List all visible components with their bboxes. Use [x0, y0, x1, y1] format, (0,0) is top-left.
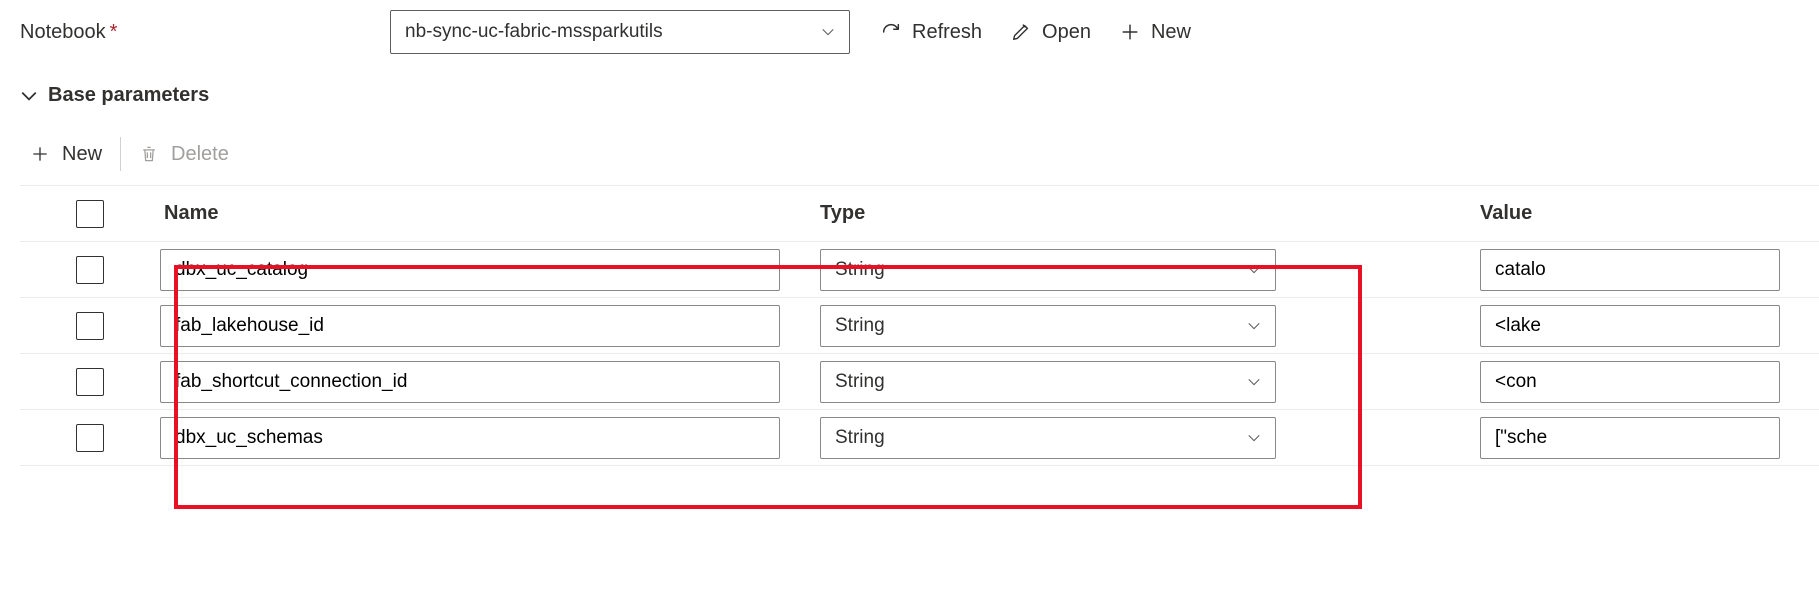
- select-all-checkbox[interactable]: [76, 200, 104, 228]
- trash-icon: [139, 144, 159, 164]
- open-button[interactable]: Open: [1010, 21, 1091, 44]
- row-checkbox[interactable]: [76, 256, 104, 284]
- table-row: String: [20, 242, 1819, 298]
- param-name-input[interactable]: [160, 249, 780, 291]
- chevron-down-icon: [1247, 263, 1261, 277]
- param-value-input[interactable]: [1480, 249, 1780, 291]
- row-checkbox[interactable]: [76, 424, 104, 452]
- section-title: Base parameters: [48, 84, 209, 107]
- refresh-button[interactable]: Refresh: [880, 21, 982, 44]
- required-star: *: [110, 21, 118, 43]
- parameters-grid: Name Type Value String: [20, 185, 1819, 466]
- notebook-label: Notebook*: [20, 21, 370, 44]
- chevron-down-icon: [1247, 375, 1261, 389]
- new-notebook-button[interactable]: New: [1119, 21, 1191, 44]
- param-value-input[interactable]: [1480, 417, 1780, 459]
- table-row: String: [20, 354, 1819, 410]
- refresh-icon: [880, 21, 902, 43]
- chevron-down-icon: [1247, 319, 1261, 333]
- param-value-input[interactable]: [1480, 361, 1780, 403]
- row-checkbox[interactable]: [76, 368, 104, 396]
- plus-icon: [30, 144, 50, 164]
- table-row: String: [20, 298, 1819, 354]
- param-type-select[interactable]: String: [820, 249, 1276, 291]
- chevron-down-icon: [1247, 431, 1261, 445]
- edit-icon: [1010, 21, 1032, 43]
- param-name-input[interactable]: [160, 417, 780, 459]
- toolbar-separator: [120, 137, 121, 171]
- column-header-type[interactable]: Type: [820, 190, 1310, 237]
- table-row: String: [20, 410, 1819, 466]
- param-type-select[interactable]: String: [820, 417, 1276, 459]
- new-param-button[interactable]: New: [30, 143, 102, 166]
- param-value-input[interactable]: [1480, 305, 1780, 347]
- notebook-selected-value: nb-sync-uc-fabric-mssparkutils: [405, 21, 663, 43]
- param-type-select[interactable]: String: [820, 305, 1276, 347]
- row-checkbox[interactable]: [76, 312, 104, 340]
- param-type-select[interactable]: String: [820, 361, 1276, 403]
- base-parameters-section-toggle[interactable]: Base parameters: [20, 84, 1819, 107]
- column-header-name[interactable]: Name: [160, 190, 820, 237]
- notebook-dropdown[interactable]: nb-sync-uc-fabric-mssparkutils: [390, 10, 850, 54]
- chevron-down-icon: [821, 25, 835, 39]
- param-name-input[interactable]: [160, 305, 780, 347]
- plus-icon: [1119, 21, 1141, 43]
- param-name-input[interactable]: [160, 361, 780, 403]
- column-header-value[interactable]: Value: [1310, 190, 1819, 237]
- chevron-down-icon: [20, 87, 38, 105]
- delete-param-button[interactable]: Delete: [139, 143, 229, 166]
- grid-header: Name Type Value: [20, 186, 1819, 242]
